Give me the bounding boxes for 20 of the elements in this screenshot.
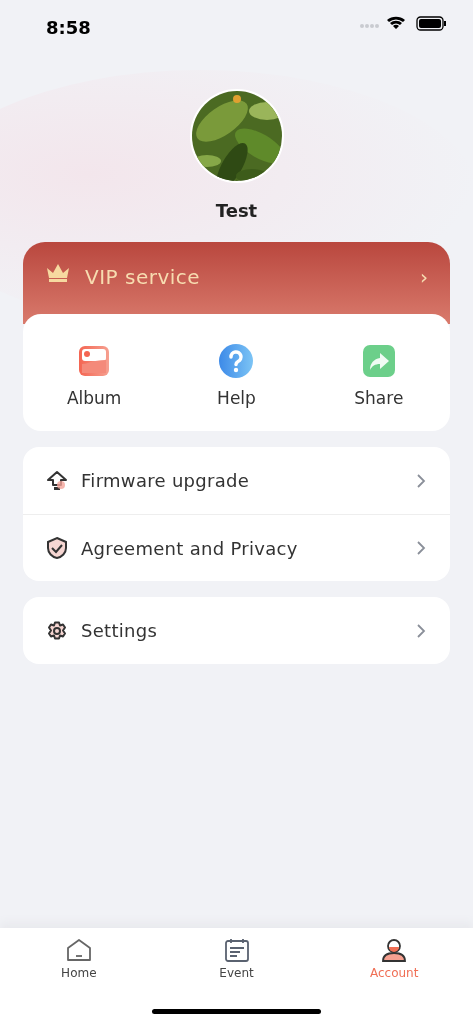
album-icon — [79, 346, 110, 376]
share-icon — [362, 345, 395, 377]
chevron-icon — [416, 622, 426, 639]
chevron-icon: › — [420, 262, 428, 292]
menu-item[interactable]: Agreement and Privacy — [23, 514, 450, 581]
menu-item[interactable]: Firmware upgrade — [23, 447, 450, 514]
menu-item[interactable]: Settings — [23, 597, 450, 664]
help-icon — [219, 344, 254, 378]
chevron-icon — [416, 540, 426, 556]
user-name: Test — [214, 199, 259, 223]
chevron-icon — [416, 472, 426, 489]
tab-item[interactable]: Home — [0, 928, 158, 990]
calendar-icon — [223, 938, 250, 962]
shield-check-icon — [45, 536, 69, 560]
person-icon — [381, 938, 408, 962]
tab-item[interactable]: Event — [157, 928, 316, 990]
home-icon — [65, 938, 92, 962]
upload-arrow-icon — [45, 468, 69, 493]
clock: 8:58 — [46, 16, 91, 40]
crown-icon — [45, 262, 71, 282]
